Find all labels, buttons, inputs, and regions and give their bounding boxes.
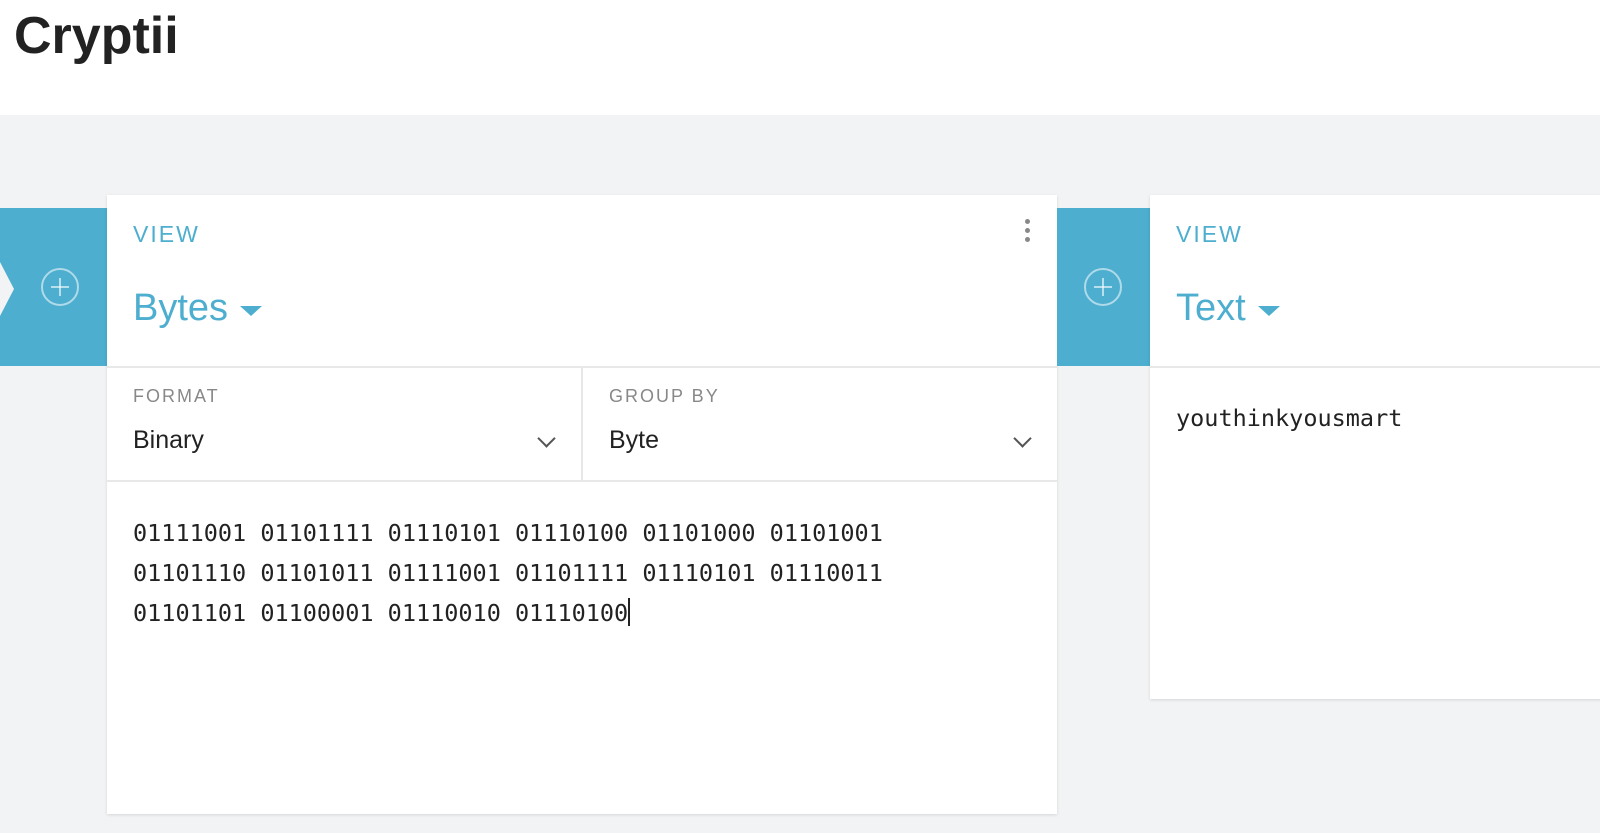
setting-value: Binary <box>133 426 204 454</box>
brick-header: VIEW Bytes <box>107 195 1057 368</box>
setting-label: FORMAT <box>133 386 220 406</box>
connector-notch <box>0 262 14 316</box>
more-vertical-icon[interactable] <box>1019 219 1035 249</box>
setting-value: Byte <box>609 426 660 454</box>
text-content-text: youthinkyousmart <box>1176 404 1403 432</box>
brick-bytes: VIEW Bytes FORMAT Binary GROUP BY Byte 0… <box>107 195 1057 814</box>
brick-name-dropdown[interactable]: Text <box>1176 287 1280 330</box>
brick-name-label: Text <box>1176 287 1246 329</box>
brick-name-dropdown[interactable]: Bytes <box>133 287 263 330</box>
caret-down-icon <box>1257 305 1280 316</box>
setting-label: GROUP BY <box>609 386 720 406</box>
add-brick-icon[interactable] <box>1084 268 1122 306</box>
brick-type-label: VIEW <box>133 221 200 247</box>
brick-type-label: VIEW <box>1176 221 1243 247</box>
format-select[interactable]: FORMAT Binary <box>107 368 583 480</box>
app-logo[interactable]: Cryptii <box>14 4 179 68</box>
chevron-down-icon <box>537 429 556 448</box>
add-brick-icon[interactable] <box>41 268 79 306</box>
brick-name-label: Bytes <box>133 287 229 329</box>
bytes-content-text: 01111001 01101111 01110101 01110100 0110… <box>133 519 883 627</box>
brick-header: VIEW Text <box>1150 195 1600 368</box>
brick-settings: FORMAT Binary GROUP BY Byte <box>107 368 1057 482</box>
text-cursor <box>628 598 631 626</box>
brick-text: VIEW Text youthinkyousmart <box>1150 195 1600 699</box>
bytes-content-editor[interactable]: 01111001 01101111 01110101 01110100 0110… <box>133 513 1013 633</box>
group-by-select[interactable]: GROUP BY Byte <box>583 368 1057 480</box>
chevron-down-icon <box>1013 429 1032 448</box>
caret-down-icon <box>240 305 263 316</box>
text-content-editor[interactable]: youthinkyousmart <box>1176 398 1576 438</box>
app-header: Cryptii <box>0 0 1600 115</box>
